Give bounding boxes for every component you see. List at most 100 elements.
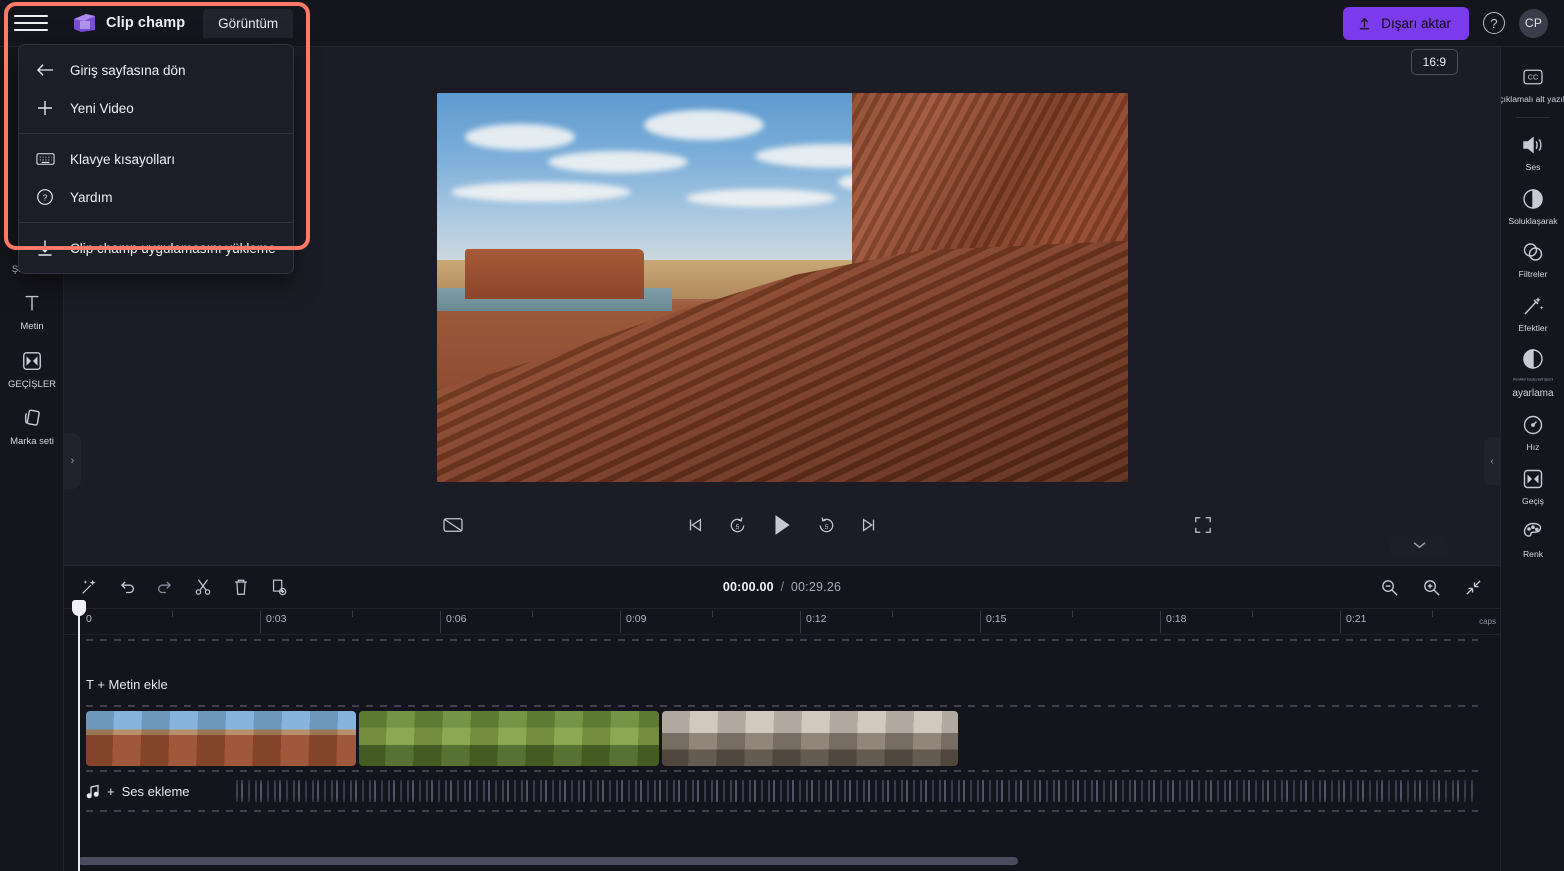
- menu-item-new-video[interactable]: Yeni Video: [19, 89, 293, 127]
- skip-to-start-icon[interactable]: [686, 516, 704, 534]
- collapse-timeline-chevron-down-icon[interactable]: [1390, 535, 1448, 555]
- ruler-tick: 0:12: [806, 613, 827, 625]
- redo-icon[interactable]: [154, 576, 176, 598]
- export-button[interactable]: Dışarı aktar: [1343, 6, 1469, 40]
- track-drop-zone-bottom: [86, 770, 1478, 772]
- menu-item-home[interactable]: Giriş sayfasına dön: [19, 51, 293, 89]
- menu-label: Giriş sayfasına dön: [70, 62, 186, 78]
- right-item-color[interactable]: Renk: [1501, 512, 1564, 565]
- audio-track-add[interactable]: + Ses ekleme: [86, 776, 1500, 806]
- right-item-speed[interactable]: Hız: [1501, 405, 1564, 458]
- timeline-tracks: T + Metin ekle + Ses ekleme: [64, 639, 1500, 812]
- menu-item-install-app[interactable]: Clip champ uygulamasını yükleme: [19, 229, 293, 267]
- timeline-clip[interactable]: [359, 711, 659, 766]
- caps-indicator: caps: [1479, 617, 1496, 626]
- transitions-icon: [20, 349, 44, 373]
- ruler-tick: 0:15: [986, 613, 1007, 625]
- delete-trash-icon[interactable]: [230, 576, 252, 598]
- video-preview[interactable]: [437, 93, 1128, 482]
- right-item-audio[interactable]: Ses: [1501, 125, 1564, 178]
- right-item-transition[interactable]: Geçiş: [1501, 459, 1564, 512]
- question-circle-icon: ?: [35, 187, 55, 207]
- right-item-filters[interactable]: Filtreler: [1501, 232, 1564, 285]
- expand-left-panel-chevron-icon[interactable]: ›: [64, 433, 81, 489]
- timeline-scrollbar[interactable]: [78, 857, 1514, 865]
- menu-divider: [19, 133, 293, 134]
- right-item-label: Renk: [1522, 549, 1544, 560]
- audio-waveform: [236, 780, 1476, 802]
- playhead[interactable]: [72, 600, 86, 871]
- effects-icon: [1521, 294, 1545, 318]
- color-icon: [1521, 520, 1545, 544]
- hamburger-menu-icon[interactable]: [14, 10, 48, 36]
- ruler-tick: 0:18: [1166, 613, 1187, 625]
- export-label: Dışarı aktar: [1381, 15, 1451, 31]
- fit-to-screen-icon[interactable]: [1462, 576, 1484, 598]
- fullscreen-icon[interactable]: [1194, 516, 1212, 534]
- duplicate-icon[interactable]: [268, 576, 290, 598]
- split-scissors-icon[interactable]: [192, 576, 214, 598]
- right-item-label: Geçiş: [1522, 495, 1544, 506]
- right-item-captions[interactable]: CC Açıklamalı alt yazılar: [1501, 57, 1564, 110]
- sidebar-item-brand-kit[interactable]: Marka seti: [0, 397, 64, 454]
- menu-label: Yardım: [70, 189, 113, 205]
- timeline-ruler[interactable]: 0 0:03 0:06 0:09 0:12 0:15 0:18 0:21 cap…: [64, 609, 1521, 635]
- plus-icon: [35, 98, 55, 118]
- playhead-handle[interactable]: [72, 600, 86, 616]
- closed-captions-icon: CC: [1521, 65, 1545, 89]
- right-item-label: ayarlama: [1512, 388, 1554, 400]
- arrow-left-icon: [35, 60, 55, 80]
- right-item-effects[interactable]: Efektler: [1501, 286, 1564, 339]
- captions-off-icon[interactable]: [442, 516, 464, 534]
- right-item-fade[interactable]: Soluklaşarak: [1501, 179, 1564, 232]
- undo-icon[interactable]: [116, 576, 138, 598]
- clipchamp-editor-window: Clip champ Görüntüm Dışarı aktar ? CP Me…: [0, 0, 1564, 871]
- ruler-tick: 0:21: [1346, 613, 1367, 625]
- main-menu-dropdown: Giriş sayfasına dön Yeni Video Klavye kı…: [18, 44, 294, 274]
- brand-kit-icon: [20, 406, 44, 430]
- filters-icon: [1521, 240, 1545, 264]
- avatar[interactable]: CP: [1519, 8, 1548, 38]
- top-bar-actions: Dışarı aktar ? CP: [1343, 6, 1564, 40]
- rewind-5-icon[interactable]: 5: [728, 516, 747, 535]
- text-icon: [20, 291, 44, 315]
- ruler-tick: 0: [86, 613, 92, 625]
- menu-item-help[interactable]: ? Yardım: [19, 178, 293, 216]
- zoom-in-icon[interactable]: [1420, 576, 1442, 598]
- tab-view[interactable]: Görüntüm: [203, 8, 294, 38]
- sidebar-item-text[interactable]: Metin: [0, 282, 64, 339]
- clipchamp-logo-icon: [72, 13, 97, 33]
- menu-item-shortcuts[interactable]: Klavye kısayolları: [19, 140, 293, 178]
- sidebar-item-transitions[interactable]: GEÇİŞLER: [0, 340, 64, 397]
- forward-5-icon[interactable]: 5: [817, 516, 836, 535]
- preview-left-mesa: [464, 248, 645, 300]
- sidebar-label: Marka seti: [10, 436, 54, 448]
- svg-text:5: 5: [825, 523, 829, 530]
- help-icon[interactable]: ?: [1483, 12, 1505, 34]
- download-icon: [35, 238, 55, 258]
- timeline-clip[interactable]: [662, 711, 958, 766]
- time-separator: /: [780, 580, 785, 594]
- adjust-icon: [1521, 347, 1545, 371]
- track-drop-zone-mid: [86, 705, 1478, 707]
- video-track: [86, 711, 1500, 766]
- music-note-icon: [86, 784, 100, 799]
- right-item-sublabel: Renkleri başka tarif işlemi: [1512, 377, 1554, 382]
- timeline-scrollbar-thumb[interactable]: [78, 857, 1018, 865]
- magic-wand-icon[interactable]: [78, 576, 100, 598]
- collapse-right-panel-chevron-icon[interactable]: ‹: [1484, 437, 1500, 485]
- skip-to-end-icon[interactable]: [860, 516, 878, 534]
- timeline-clip[interactable]: [86, 711, 356, 766]
- svg-text:5: 5: [736, 523, 740, 530]
- text-track-label: T + Metin ekle: [86, 676, 168, 692]
- text-track-add[interactable]: T + Metin ekle: [86, 667, 1500, 701]
- play-icon[interactable]: [771, 513, 793, 537]
- aspect-ratio-badge[interactable]: 16:9: [1410, 49, 1458, 75]
- transition-icon: [1521, 467, 1545, 491]
- zoom-out-icon[interactable]: [1378, 576, 1400, 598]
- right-item-adjust[interactable]: Renkleri başka tarif işlemi ayarlama: [1501, 339, 1564, 405]
- svg-text:?: ?: [43, 192, 48, 202]
- brand-name: Clip champ: [106, 15, 186, 31]
- timeline-panel: 00:00.00 / 00:29.26 0 0:03 0:06 0:09 0:1…: [64, 565, 1521, 871]
- right-item-label: Ses: [1525, 162, 1541, 173]
